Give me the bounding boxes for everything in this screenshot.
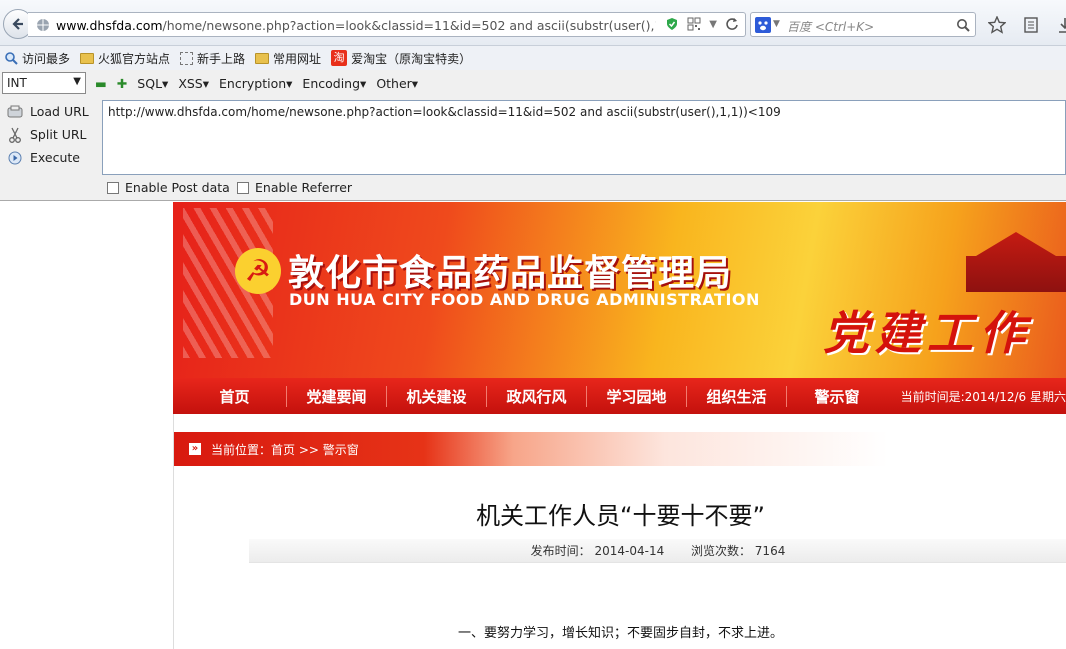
bookmark-star-icon[interactable] xyxy=(988,16,1006,34)
encoding-menu[interactable]: Encoding▾ xyxy=(302,76,366,91)
folder-icon xyxy=(80,52,95,64)
execute-button[interactable]: Execute xyxy=(0,146,100,169)
breadcrumb-text[interactable]: 当前位置：首页 >> 警示窗 xyxy=(211,441,359,458)
chevron-down-icon: ▼ xyxy=(73,76,81,87)
back-arrow-icon xyxy=(12,18,23,30)
search-icon[interactable] xyxy=(956,18,970,32)
nav-warning[interactable]: 警示窗 xyxy=(787,386,887,407)
encryption-menu[interactable]: Encryption▾ xyxy=(219,76,292,91)
checkbox-box[interactable] xyxy=(237,181,249,194)
url-textarea[interactable]: http://www.dhsfda.com/home/newsone.php?a… xyxy=(102,100,1066,175)
magnifier-icon xyxy=(5,52,18,65)
site-banner: ☭ 敦化市食品药品监督管理局 DUN HUA CITY FOOD AND DRU… xyxy=(173,202,1066,378)
globe-icon xyxy=(37,19,49,31)
split-url-button[interactable]: Split URL xyxy=(0,123,100,146)
other-menu[interactable]: Other▾ xyxy=(376,76,418,91)
reading-list-icon[interactable] xyxy=(1022,16,1040,34)
bookmark-firefox-site[interactable]: 火狐官方站点 xyxy=(80,50,170,67)
nav-org-building[interactable]: 机关建设 xyxy=(387,385,487,407)
decrease-icon[interactable]: ▬ xyxy=(95,76,107,91)
sql-menu[interactable]: SQL▾ xyxy=(137,76,168,91)
play-icon xyxy=(8,151,22,164)
hackbar-panel: INT ▼ ▬ ✚ SQL▾ XSS▾ Encryption▾ Encoding… xyxy=(0,70,1066,201)
article-area: » 当前位置：首页 >> 警示窗 机关工作人员“十要十不要” 发布时间： 201… xyxy=(173,414,1066,649)
shield-icon[interactable] xyxy=(665,17,679,31)
search-placeholder: 百度 <Ctrl+K> xyxy=(787,20,875,34)
banner-slogan: 党建工作 xyxy=(823,306,1031,360)
url-bar[interactable]: www.dhsfda.com/home/newsone.php?action=l… xyxy=(28,12,746,37)
nav-org-life[interactable]: 组织生活 xyxy=(687,385,787,407)
bookmarks-toolbar: 访问最多 火狐官方站点 新手上路 常用网址 淘 爱淘宝（原淘宝特卖） xyxy=(0,46,1066,70)
view-count: 7164 xyxy=(754,544,786,558)
navigation-toolbar: www.dhsfda.com/home/newsone.php?action=l… xyxy=(0,0,1066,46)
page-margin xyxy=(0,202,173,649)
nav-study[interactable]: 学习园地 xyxy=(587,385,687,407)
site-title-cn: 敦化市食品药品监督管理局 xyxy=(288,253,733,294)
article-meta: 发布时间： 2014-04-14 浏览次数： 7164 xyxy=(249,539,1066,563)
engine-dropdown-icon[interactable]: ▼ xyxy=(773,19,780,29)
site-title-en: DUN HUA CITY FOOD AND DRUG ADMINISTRATIO… xyxy=(289,290,760,309)
qrcode-icon[interactable] xyxy=(687,17,701,31)
load-url-button[interactable]: Load URL xyxy=(0,100,100,123)
url-text: www.dhsfda.com/home/newsone.php?action=l… xyxy=(56,18,656,33)
type-select[interactable]: INT ▼ xyxy=(2,72,86,94)
breadcrumb: » 当前位置：首页 >> 警示窗 xyxy=(174,432,1066,466)
publish-date: 2014-04-14 xyxy=(594,544,665,558)
taobao-icon: 淘 xyxy=(331,50,348,66)
current-date: 当前时间是:2014/12/6 星期六 xyxy=(900,389,1066,404)
dotted-box-icon xyxy=(180,51,194,65)
enable-post-checkbox[interactable]: Enable Post data xyxy=(107,180,230,195)
increase-icon[interactable]: ✚ xyxy=(117,76,127,91)
tiananmen-icon xyxy=(966,232,1066,292)
checkbox-box[interactable] xyxy=(107,181,119,194)
bookmark-most-visited[interactable]: 访问最多 xyxy=(4,50,70,67)
party-emblem-icon: ☭ xyxy=(235,248,281,294)
scissors-icon xyxy=(9,127,21,143)
baidu-paw-icon xyxy=(755,17,771,33)
download-icon[interactable] xyxy=(1056,16,1066,34)
search-bar[interactable]: ▼ 百度 <Ctrl+K> xyxy=(750,12,976,37)
nav-home[interactable]: 首页 xyxy=(173,385,287,407)
enable-referrer-checkbox[interactable]: Enable Referrer xyxy=(237,180,352,195)
reload-icon[interactable] xyxy=(725,17,739,31)
nav-party-news[interactable]: 党建要闻 xyxy=(287,385,387,407)
dropdown-arrow-icon[interactable]: ▼ xyxy=(709,19,717,30)
bookmark-getting-started[interactable]: 新手上路 xyxy=(180,50,245,67)
xss-menu[interactable]: XSS▾ xyxy=(178,76,209,91)
nav-conduct[interactable]: 政风行风 xyxy=(487,385,587,407)
article-title: 机关工作人员“十要十不要” xyxy=(476,502,765,530)
load-icon xyxy=(7,105,23,117)
bookmark-taobao[interactable]: 淘 爱淘宝（原淘宝特卖） xyxy=(331,50,471,67)
article-paragraph: 一、要努力学习，增长知识；不要固步自封，不求上进。 xyxy=(457,626,783,641)
bookmark-common-sites[interactable]: 常用网址 xyxy=(255,50,321,67)
folder-icon xyxy=(255,52,270,64)
web-page: ☭ 敦化市食品药品监督管理局 DUN HUA CITY FOOD AND DRU… xyxy=(0,202,1066,649)
arrow-right-icon: » xyxy=(189,443,201,455)
site-nav: 首页 党建要闻 机关建设 政风行风 学习园地 组织生活 警示窗 当前时间是:20… xyxy=(173,378,1066,414)
